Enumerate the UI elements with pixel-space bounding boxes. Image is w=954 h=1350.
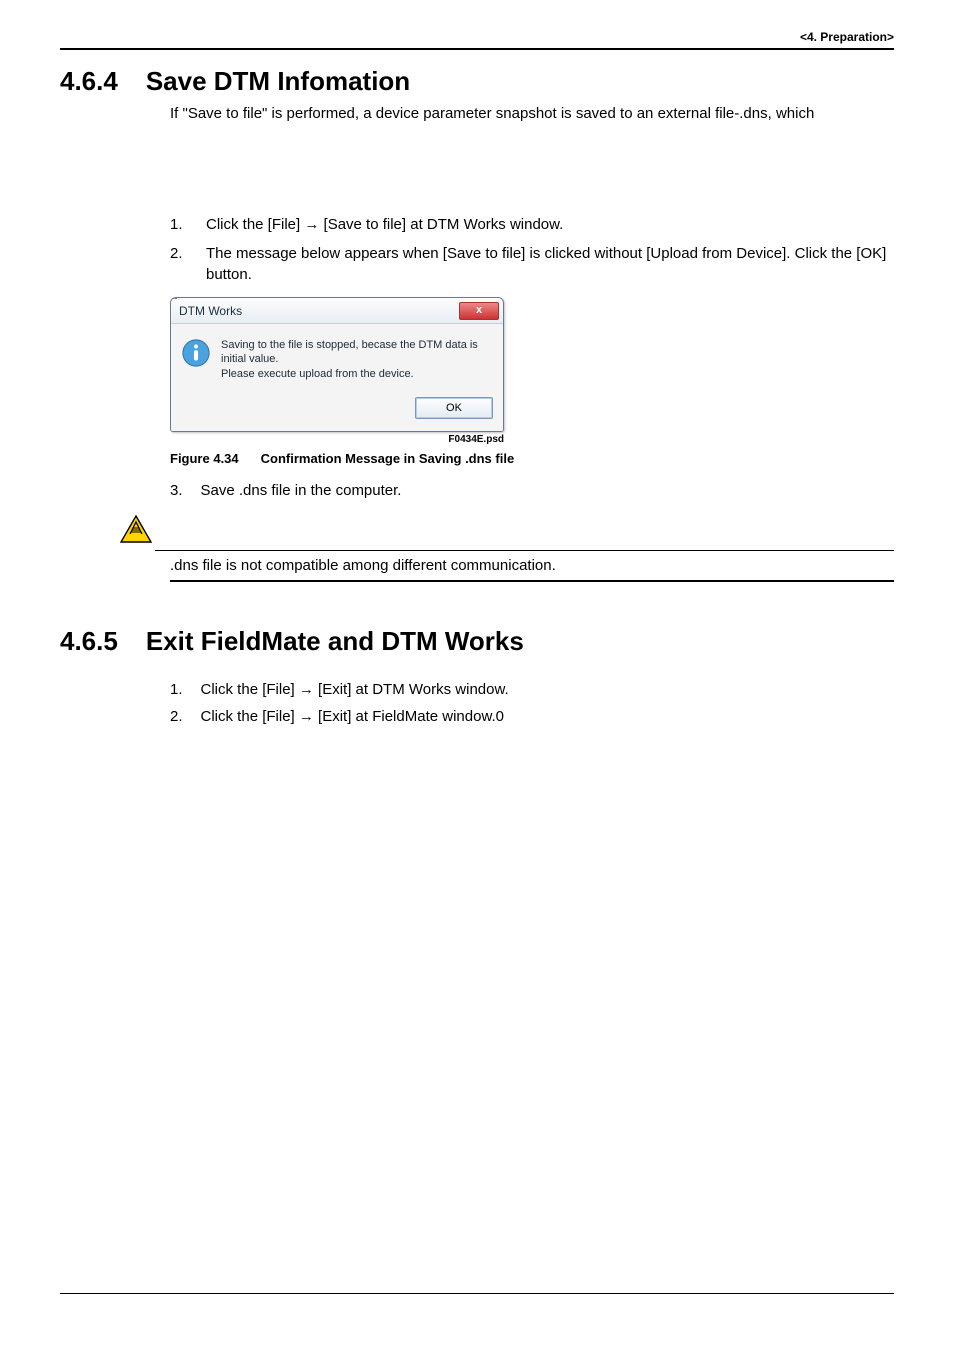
footer-rule bbox=[60, 1293, 894, 1294]
dialog-screenshot: DTM Works x Saving to the file is stoppe… bbox=[170, 297, 894, 445]
step-number: 1. bbox=[170, 679, 183, 700]
figure-caption: Figure 4.34 Confirmation Message in Savi… bbox=[170, 451, 894, 466]
list-item: 3. Save .dns file in the computer. bbox=[170, 480, 894, 501]
section-title: Exit FieldMate and DTM Works bbox=[146, 626, 524, 657]
breadcrumb: <4. Preparation> bbox=[800, 30, 894, 44]
step-number: 2. bbox=[170, 706, 183, 727]
ok-button-label: OK bbox=[446, 402, 462, 414]
step-number: 1. bbox=[170, 214, 188, 235]
list-item: 1. Click the [File] → [Exit] at DTM Work… bbox=[170, 679, 894, 700]
header-divider bbox=[60, 48, 894, 50]
dialog-title: DTM Works bbox=[179, 304, 242, 318]
warning-icon bbox=[120, 515, 152, 548]
dialog-body: Saving to the file is stopped, becase th… bbox=[171, 324, 503, 391]
section-4-6-4-heading: 4.6.4 Save DTM Infomation bbox=[60, 66, 894, 97]
warning-text: .dns file is not compatible among differ… bbox=[170, 557, 894, 574]
close-button[interactable]: x bbox=[459, 302, 499, 320]
intro-paragraph: If "Save to file" is performed, a device… bbox=[170, 103, 894, 124]
step-text: The message below appears when [Save to … bbox=[206, 243, 894, 285]
step-number: 2. bbox=[170, 243, 188, 285]
figure-number: Figure 4.34 bbox=[170, 451, 239, 466]
section-number: 4.6.4 bbox=[60, 66, 118, 97]
step-text: Click the [File] → [Save to file] at DTM… bbox=[206, 214, 563, 235]
dialog-message-line: Please execute upload from the device. bbox=[221, 367, 493, 381]
ok-button[interactable]: OK bbox=[415, 397, 493, 419]
list-item: 1. Click the [File] → [Save to file] at … bbox=[170, 214, 894, 235]
dialog-message: Saving to the file is stopped, becase th… bbox=[221, 338, 493, 381]
list-item: 2. The message below appears when [Save … bbox=[170, 243, 894, 285]
page-header: <4. Preparation> bbox=[60, 30, 894, 44]
image-filename: F0434E.psd bbox=[170, 434, 504, 445]
step-number: 3. bbox=[170, 480, 183, 501]
list-item: 2. Click the [File] → [Exit] at FieldMat… bbox=[170, 706, 894, 727]
steps-list-continued: 3. Save .dns file in the computer. bbox=[170, 480, 894, 501]
close-icon: x bbox=[476, 305, 482, 316]
steps-list-2: 1. Click the [File] → [Exit] at DTM Work… bbox=[170, 679, 894, 727]
step-text: Click the [File] → [Exit] at DTM Works w… bbox=[201, 679, 509, 700]
dialog-titlebar: DTM Works x bbox=[171, 298, 503, 324]
figure-title: Confirmation Message in Saving .dns file bbox=[261, 451, 515, 466]
step-text: Click the [File] → [Exit] at FieldMate w… bbox=[201, 706, 504, 727]
section-4-6-5-heading: 4.6.5 Exit FieldMate and DTM Works bbox=[60, 626, 894, 657]
warning-rule-bottom bbox=[170, 580, 894, 582]
warning-icon-row bbox=[120, 515, 894, 548]
dtm-works-dialog: DTM Works x Saving to the file is stoppe… bbox=[170, 297, 504, 432]
dialog-button-row: OK bbox=[171, 391, 503, 431]
warning-rule-top bbox=[155, 550, 894, 551]
steps-list-1: 1. Click the [File] → [Save to file] at … bbox=[170, 214, 894, 285]
section-number: 4.6.5 bbox=[60, 626, 118, 657]
info-icon bbox=[181, 338, 211, 368]
section-title: Save DTM Infomation bbox=[146, 66, 410, 97]
dialog-message-line: Saving to the file is stopped, becase th… bbox=[221, 338, 493, 367]
step-text: Save .dns file in the computer. bbox=[201, 480, 402, 501]
